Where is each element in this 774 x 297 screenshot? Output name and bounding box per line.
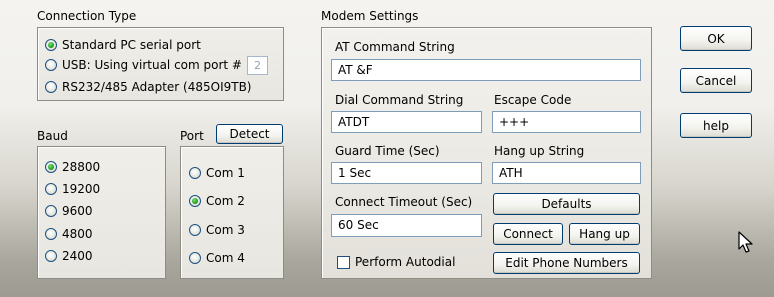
modem-settings-title: Modem Settings — [321, 9, 419, 23]
radio-label: Com 1 — [206, 166, 245, 180]
radio-baud-19200[interactable]: 19200 — [45, 180, 100, 198]
radio-label: Com 3 — [206, 223, 245, 237]
radio-rs232-485-adapter[interactable]: RS232/485 Adapter (485OI9TB) — [45, 78, 252, 96]
usb-port-number-field[interactable]: 2 — [247, 55, 268, 75]
connect-timeout-field[interactable]: 60 Sec — [331, 214, 482, 237]
radio-button-icon[interactable] — [189, 224, 201, 236]
escape-code-label: Escape Code — [494, 93, 572, 107]
connection-type-title: Connection Type — [37, 9, 137, 23]
radio-com-4[interactable]: Com 4 — [189, 249, 245, 267]
radio-button-icon[interactable] — [45, 161, 57, 173]
checkbox-label: Perform Autodial — [355, 255, 456, 269]
at-command-label: AT Command String — [335, 40, 455, 54]
edit-phone-numbers-button[interactable]: Edit Phone Numbers — [493, 252, 640, 274]
at-command-field[interactable]: AT &F — [331, 59, 641, 81]
radio-standard-pc-serial[interactable]: Standard PC serial port — [45, 36, 201, 54]
radio-usb-virtual-com[interactable]: USB: Using virtual com port # 2 — [45, 55, 268, 75]
connect-timeout-label: Connect Timeout (Sec) — [335, 195, 473, 209]
radio-label: USB: Using virtual com port # — [62, 58, 242, 72]
radio-label: Standard PC serial port — [62, 38, 201, 52]
connection-type-panel: Standard PC serial port USB: Using virtu… — [37, 27, 284, 101]
radio-com-3[interactable]: Com 3 — [189, 221, 245, 239]
radio-button-icon[interactable] — [45, 81, 57, 93]
radio-label: 28800 — [62, 160, 101, 174]
radio-button-icon[interactable] — [45, 228, 57, 240]
radio-label: 19200 — [62, 182, 101, 196]
baud-panel: 28800 19200 9600 4800 2400 — [37, 146, 166, 279]
connect-button[interactable]: Connect — [493, 223, 563, 245]
escape-code-field[interactable]: +++ — [492, 111, 641, 133]
baud-title: Baud — [37, 129, 68, 143]
radio-baud-4800[interactable]: 4800 — [45, 225, 93, 243]
radio-label: 2400 — [62, 249, 93, 263]
radio-com-1[interactable]: Com 1 — [189, 164, 245, 182]
radio-button-icon[interactable] — [45, 59, 57, 71]
cancel-button[interactable]: Cancel — [680, 68, 752, 93]
radio-button-icon[interactable] — [45, 183, 57, 195]
radio-label: 4800 — [62, 227, 93, 241]
radio-button-icon[interactable] — [189, 167, 201, 179]
radio-baud-28800[interactable]: 28800 — [45, 158, 100, 176]
mouse-pointer-icon — [738, 231, 753, 253]
hang-up-string-field[interactable]: ATH — [492, 162, 641, 184]
hang-up-string-label: Hang up String — [494, 144, 585, 158]
perform-autodial-checkbox[interactable]: Perform Autodial — [337, 253, 455, 271]
radio-button-icon[interactable] — [189, 195, 201, 207]
radio-button-icon[interactable] — [45, 205, 57, 217]
dial-command-label: Dial Command String — [335, 93, 464, 107]
port-title: Port — [180, 129, 204, 143]
ok-button[interactable]: OK — [680, 26, 752, 51]
radio-label: Com 2 — [206, 194, 245, 208]
radio-label: Com 4 — [206, 251, 245, 265]
radio-label: 9600 — [62, 204, 93, 218]
help-button[interactable]: help — [680, 113, 752, 138]
hang-up-button[interactable]: Hang up — [569, 223, 640, 245]
detect-button[interactable]: Detect — [216, 124, 283, 144]
radio-button-icon[interactable] — [45, 39, 57, 51]
radio-baud-9600[interactable]: 9600 — [45, 202, 93, 220]
dial-command-field[interactable]: ATDT — [331, 111, 482, 133]
guard-time-field[interactable]: 1 Sec — [331, 162, 482, 184]
radio-button-icon[interactable] — [45, 250, 57, 262]
radio-button-icon[interactable] — [189, 252, 201, 264]
radio-label: RS232/485 Adapter (485OI9TB) — [62, 80, 252, 94]
port-panel: Com 1 Com 2 Com 3 Com 4 — [180, 146, 284, 279]
guard-time-label: Guard Time (Sec) — [335, 144, 440, 158]
defaults-button[interactable]: Defaults — [493, 193, 640, 215]
radio-com-2[interactable]: Com 2 — [189, 192, 245, 210]
radio-baud-2400[interactable]: 2400 — [45, 247, 93, 265]
checkbox-icon[interactable] — [337, 255, 350, 269]
